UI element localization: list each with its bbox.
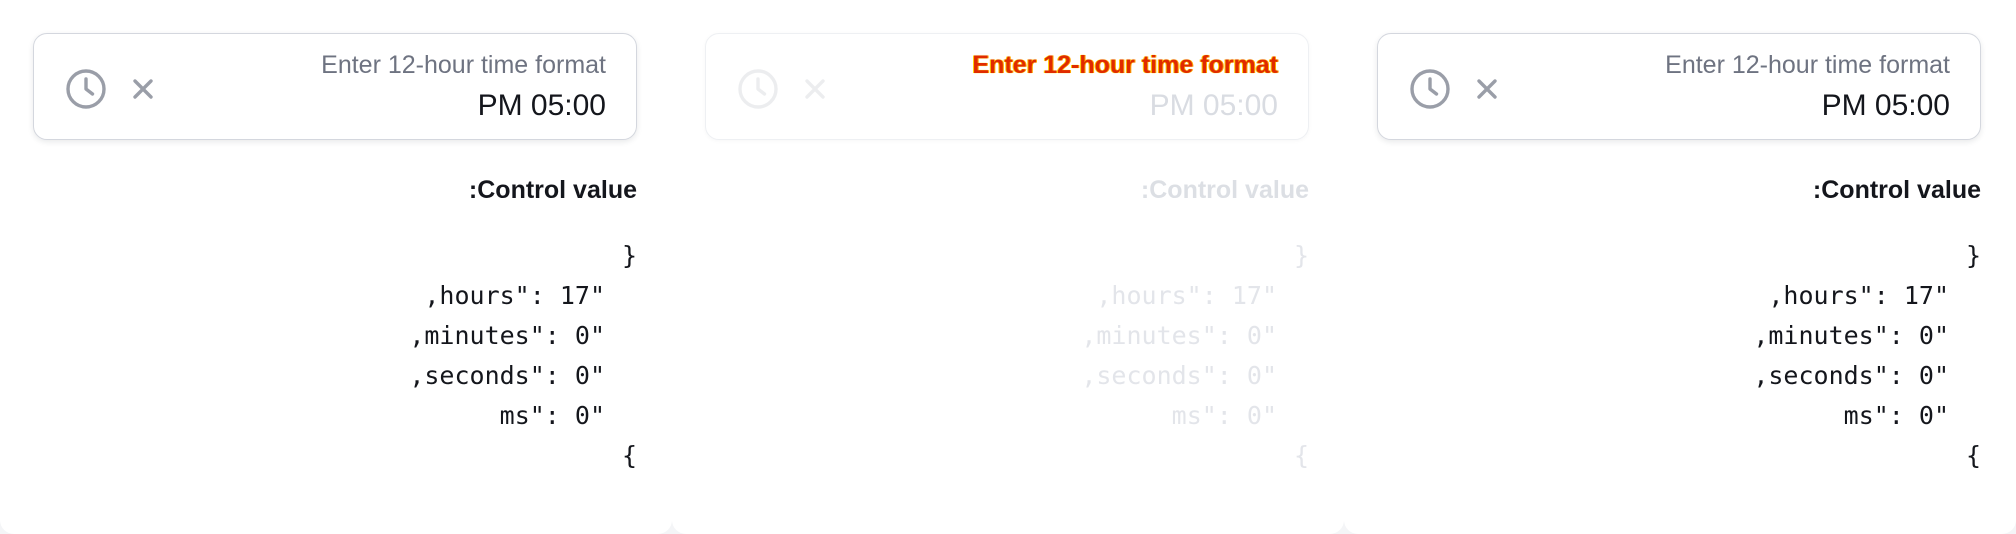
json-line: { [1293, 441, 1309, 470]
time-input-placeholder: Enter 12-hour time format [1665, 51, 1950, 79]
time-picker-panel-1: Enter 12-hour time format PM 05:00 :Cont… [0, 0, 672, 534]
json-line: ,hours": 17" [1096, 281, 1277, 310]
json-line: ms": 0" [1171, 401, 1277, 430]
time-input-value[interactable]: PM 05:00 [478, 89, 606, 123]
json-line: ,hours": 17" [424, 281, 605, 310]
json-line: ,seconds": 0" [409, 361, 605, 390]
json-line: ,hours": 17" [1768, 281, 1949, 310]
time-input-field[interactable]: Enter 12-hour time format PM 05:00 [1377, 33, 1981, 140]
time-input-value[interactable]: PM 05:00 [1822, 89, 1950, 123]
json-line: } [1293, 241, 1309, 270]
close-icon [805, 79, 825, 99]
clock-icon [738, 69, 778, 109]
time-input-placeholder: Enter 12-hour time format [321, 51, 606, 79]
time-picker-panel-3: Enter 12-hour time format PM 05:00 :Cont… [1344, 0, 2016, 534]
time-picker-panel-2: Enter 12-hour time format PM 05:00 :Cont… [672, 0, 1344, 534]
time-input-field[interactable]: Enter 12-hour time format PM 05:00 [33, 33, 637, 140]
control-value-label: :Control value [468, 176, 637, 204]
close-icon[interactable] [130, 76, 156, 102]
json-line: { [621, 441, 637, 470]
clock-icon[interactable] [65, 68, 107, 110]
control-value-json: } ,hours": 17" ,minutes": 0" ,seconds": … [409, 236, 637, 476]
control-value-label: :Control value [1140, 176, 1309, 204]
close-icon[interactable] [1474, 76, 1500, 102]
control-value-json: } ,hours": 17" ,minutes": 0" ,seconds": … [1753, 236, 1981, 476]
json-line: ,minutes": 0" [1081, 321, 1277, 350]
clock-icon[interactable] [1409, 68, 1451, 110]
json-line: ,seconds": 0" [1753, 361, 1949, 390]
time-input-value: PM 05:00 [1149, 89, 1278, 122]
time-input-placeholder: Enter 12-hour time format [972, 51, 1278, 79]
control-value-json: } ,hours": 17" ,minutes": 0" ,seconds": … [1081, 236, 1309, 476]
json-line: ms": 0" [499, 401, 605, 430]
json-line: ,minutes": 0" [1753, 321, 1949, 350]
json-line: } [621, 241, 637, 270]
json-line: ,seconds": 0" [1081, 361, 1277, 390]
json-line: } [1965, 241, 1981, 270]
control-value-label: :Control value [1812, 176, 1981, 204]
json-line: { [1965, 441, 1981, 470]
time-input-field: Enter 12-hour time format PM 05:00 [705, 33, 1309, 140]
json-line: ms": 0" [1843, 401, 1949, 430]
json-line: ,minutes": 0" [409, 321, 605, 350]
